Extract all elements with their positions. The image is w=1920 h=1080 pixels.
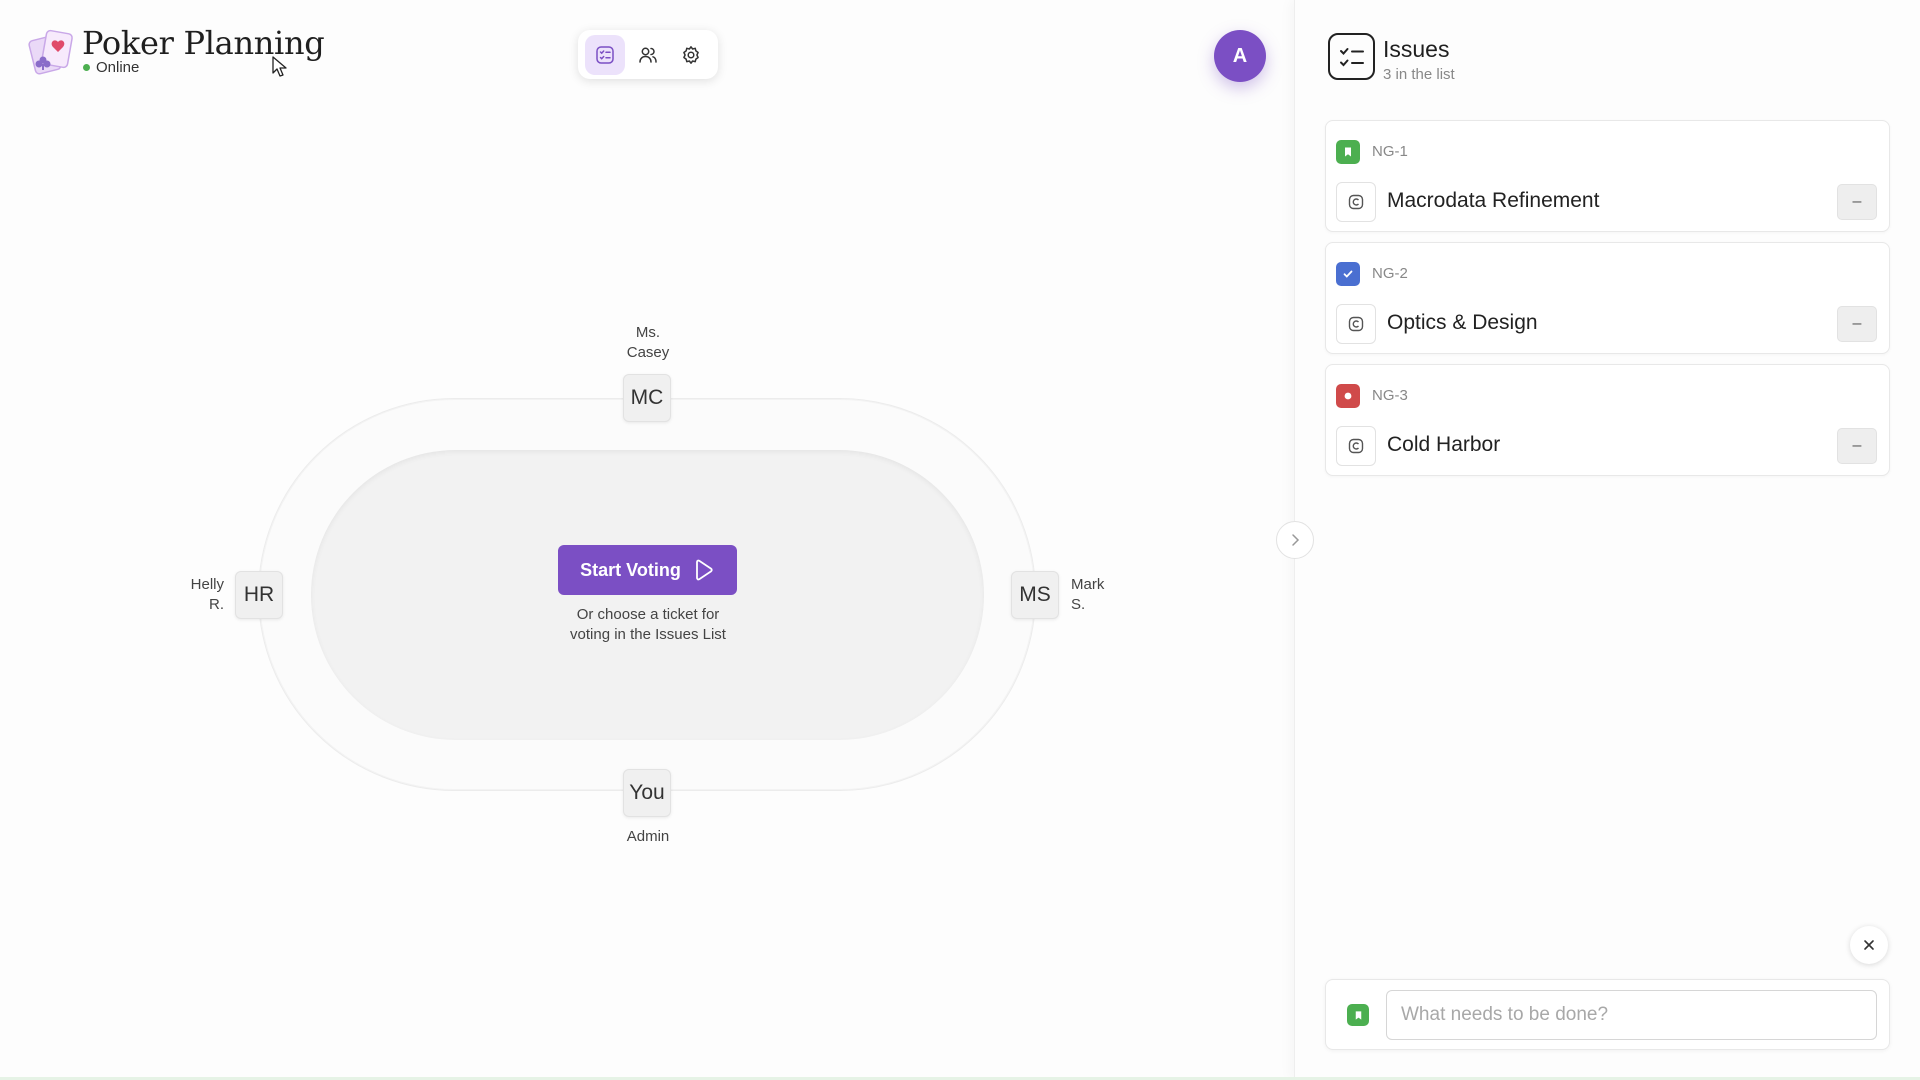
app-title: Poker Planning [82,24,325,62]
issues-count: 3 in the list [1383,66,1455,83]
issue-card[interactable]: NG-3 Cold Harbor – [1325,364,1890,476]
estimate-button[interactable] [1336,426,1376,466]
mouse-cursor-icon [272,56,288,78]
settings-gear-icon [682,45,699,64]
issue-card[interactable]: NG-1 Macrodata Refinement – [1325,120,1890,232]
users-icon [639,47,657,63]
issues-list-icon [596,45,615,64]
play-icon [695,559,713,581]
player-name-left: Helly R. [190,576,224,613]
participants-view-button[interactable] [628,35,668,75]
player-name-bottom: Admin [626,828,670,845]
issue-title: Optics & Design [1387,311,1538,334]
issue-card[interactable]: NG-2 Optics & Design – [1325,242,1890,354]
user-avatar-button[interactable]: A [1214,30,1266,82]
app-logo-icon [28,26,80,78]
player-name-right: Mark S. [1071,576,1105,613]
close-icon [1864,940,1874,950]
estimate-button[interactable] [1336,304,1376,344]
player-card-you[interactable]: You [623,769,671,817]
player-card-left[interactable]: HR [235,571,283,619]
estimate-card-icon [1348,316,1364,332]
issue-menu-button[interactable]: – [1837,428,1877,464]
collapse-panel-button[interactable] [1276,521,1314,559]
task-type-icon [1336,262,1360,286]
issue-key: NG-3 [1372,387,1408,404]
settings-view-button[interactable] [671,35,711,75]
new-issue-input[interactable] [1386,990,1877,1040]
issue-menu-button[interactable]: – [1837,306,1877,342]
issue-key: NG-2 [1372,265,1408,282]
connection-status: Online [83,59,139,76]
estimate-card-icon [1348,438,1364,454]
close-panel-button[interactable] [1850,926,1888,964]
poker-table-felt [311,450,984,740]
chevron-right-icon [1292,534,1300,546]
issues-view-button[interactable] [585,34,626,75]
start-voting-label: Start Voting [580,559,681,580]
voting-hint: Or choose a ticket for voting in the Iss… [570,606,726,643]
estimate-button[interactable] [1336,182,1376,222]
view-toolbar [578,30,718,79]
story-type-selector-icon[interactable] [1347,1004,1369,1026]
story-type-icon [1336,140,1360,164]
bug-type-icon [1336,384,1360,408]
issues-list-icon [1328,33,1375,80]
status-label: Online [96,59,140,76]
start-voting-button[interactable]: Start Voting [558,545,737,595]
issue-title: Cold Harbor [1387,433,1501,456]
player-card-top[interactable]: MC [623,374,671,422]
issue-title: Macrodata Refinement [1387,189,1600,212]
player-card-right[interactable]: MS [1011,571,1059,619]
player-name-top: Ms. Casey [626,324,670,361]
estimate-card-icon [1348,194,1364,210]
issues-title: Issues [1383,36,1450,62]
issue-menu-button[interactable]: – [1837,184,1877,220]
issue-key: NG-1 [1372,143,1408,160]
new-issue-form [1325,979,1890,1050]
online-dot-icon [83,64,90,71]
